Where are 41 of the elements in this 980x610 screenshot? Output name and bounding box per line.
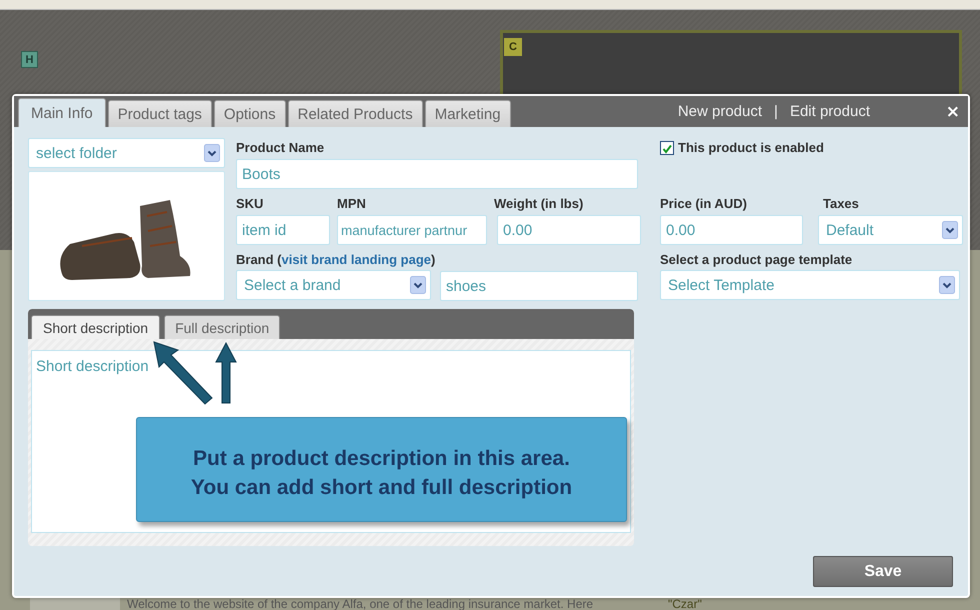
field-label: Price (in AUD) bbox=[660, 195, 748, 213]
edit-product-link[interactable]: Edit product bbox=[790, 103, 870, 120]
field-label: Select a product page template bbox=[660, 251, 854, 269]
dialog-tab[interactable]: Marketing bbox=[424, 100, 511, 127]
folder-select[interactable]: select folder bbox=[28, 138, 225, 168]
field-label: Product Name bbox=[236, 139, 326, 157]
taxes-select[interactable]: Default bbox=[818, 215, 963, 245]
save-button[interactable]: Save bbox=[813, 556, 953, 587]
sku-field[interactable]: item id bbox=[236, 215, 330, 245]
brand-page-link[interactable]: visit brand landing page bbox=[282, 252, 432, 267]
field-label: Weight (in lbs) bbox=[494, 195, 584, 213]
price-field[interactable]: 0.00 bbox=[660, 215, 803, 245]
brand-label: Brand (visit brand landing page) bbox=[236, 251, 436, 269]
chevron-icon bbox=[939, 276, 955, 294]
callout-text: Put a product description in this area. You can add short and full description bbox=[190, 446, 572, 500]
panel-badge: C bbox=[504, 38, 522, 56]
new-product-link[interactable]: New product bbox=[678, 103, 762, 120]
description-tab[interactable]: Short description bbox=[31, 315, 160, 339]
dialog-tab[interactable]: Options bbox=[214, 100, 286, 127]
dialog-tab[interactable]: Main Info bbox=[18, 98, 106, 127]
dialog-tab[interactable]: Related Products bbox=[288, 100, 423, 127]
field-label: MPN bbox=[337, 195, 367, 213]
weight-field[interactable]: 0.00 bbox=[497, 215, 641, 245]
panel-badge: H bbox=[21, 51, 38, 68]
field-label: Taxes bbox=[823, 195, 860, 213]
dialog-tab[interactable]: Product tags bbox=[108, 100, 212, 127]
description-tab[interactable]: Full description bbox=[164, 315, 280, 339]
separator: | bbox=[774, 103, 778, 120]
enabled-checkbox[interactable] bbox=[660, 141, 674, 155]
tags-field[interactable]: shoes bbox=[440, 271, 638, 301]
field-label: This product is enabled bbox=[678, 139, 824, 157]
brand-select[interactable]: Select a brand bbox=[236, 270, 431, 300]
chevron-icon bbox=[942, 221, 958, 239]
field-label: SKU bbox=[236, 195, 264, 213]
chevron-icon bbox=[204, 144, 220, 162]
page-text: "Czar" bbox=[668, 597, 702, 610]
mpn-field[interactable]: manufacturer partnur bbox=[337, 215, 487, 245]
template-select[interactable]: Select Template bbox=[660, 270, 960, 300]
close-icon[interactable]: × bbox=[946, 102, 960, 122]
product-name-field[interactable]: Boots bbox=[236, 159, 638, 189]
chevron-icon bbox=[410, 276, 426, 294]
